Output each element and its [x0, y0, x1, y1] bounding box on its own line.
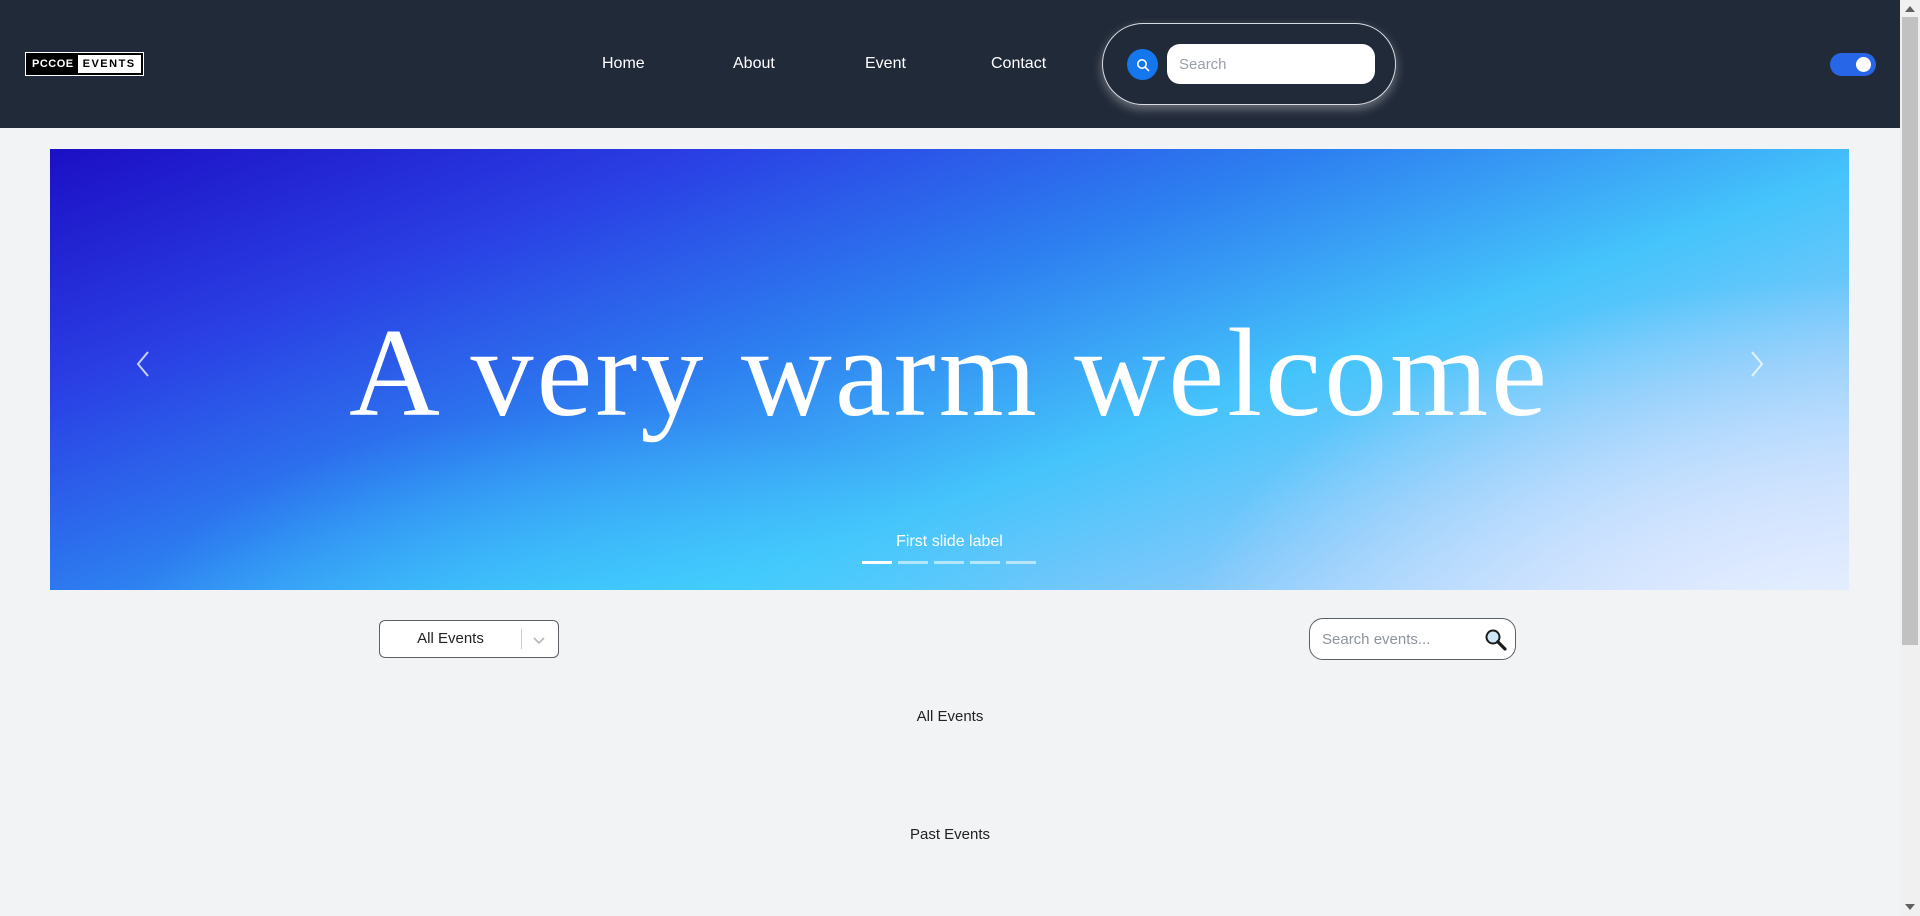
carousel-slide-label: First slide label [896, 533, 1003, 550]
scroll-up-arrow-icon[interactable] [1905, 6, 1915, 12]
carousel-next-button[interactable] [1742, 344, 1772, 384]
nav-link-about[interactable]: About [733, 52, 775, 76]
event-search-box [1309, 618, 1516, 660]
scroll-thumb[interactable] [1902, 17, 1918, 645]
magnifier-icon[interactable] [1484, 628, 1508, 652]
navbar-search-container [1102, 23, 1396, 105]
hero-carousel: A very warm welcome First slide label [50, 149, 1849, 590]
page-scrollbar[interactable] [1900, 0, 1920, 916]
carousel-indicator-2[interactable] [898, 561, 928, 564]
chevron-left-icon [136, 351, 149, 377]
logo-text-events: EVENTS [77, 55, 141, 73]
navbar-search-input[interactable] [1167, 44, 1375, 84]
carousel-indicator-5[interactable] [1006, 561, 1036, 564]
pccoe-events-logo[interactable]: PCCOE EVENTS [25, 52, 144, 76]
scroll-down-arrow-icon[interactable] [1905, 904, 1915, 910]
event-category-select[interactable]: All Events [379, 620, 559, 658]
nav-link-contact[interactable]: Contact [991, 52, 1046, 76]
theme-toggle[interactable] [1830, 53, 1876, 76]
carousel-indicator-3[interactable] [934, 561, 964, 564]
chevron-down-icon [533, 637, 545, 645]
past-events-heading: Past Events [909, 826, 991, 843]
event-category-value: All Events [417, 630, 484, 647]
event-search-input[interactable] [1320, 621, 1480, 657]
carousel-indicators [862, 561, 1036, 564]
nav-link-event[interactable]: Event [865, 52, 906, 76]
carousel-headline: A very warm welcome [348, 304, 1551, 443]
select-divider [521, 629, 522, 649]
chevron-right-icon [1751, 351, 1764, 377]
search-icon[interactable] [1127, 49, 1158, 80]
all-events-heading: All Events [916, 708, 984, 725]
carousel-indicator-1[interactable] [862, 561, 892, 564]
nav-link-home[interactable]: Home [602, 52, 645, 76]
logo-text-pccoe: PCCOE [28, 55, 78, 73]
top-navbar: PCCOE EVENTS Home About Event Contact [0, 0, 1900, 128]
toggle-knob [1856, 57, 1871, 72]
carousel-indicator-4[interactable] [970, 561, 1000, 564]
carousel-prev-button[interactable] [128, 344, 158, 384]
